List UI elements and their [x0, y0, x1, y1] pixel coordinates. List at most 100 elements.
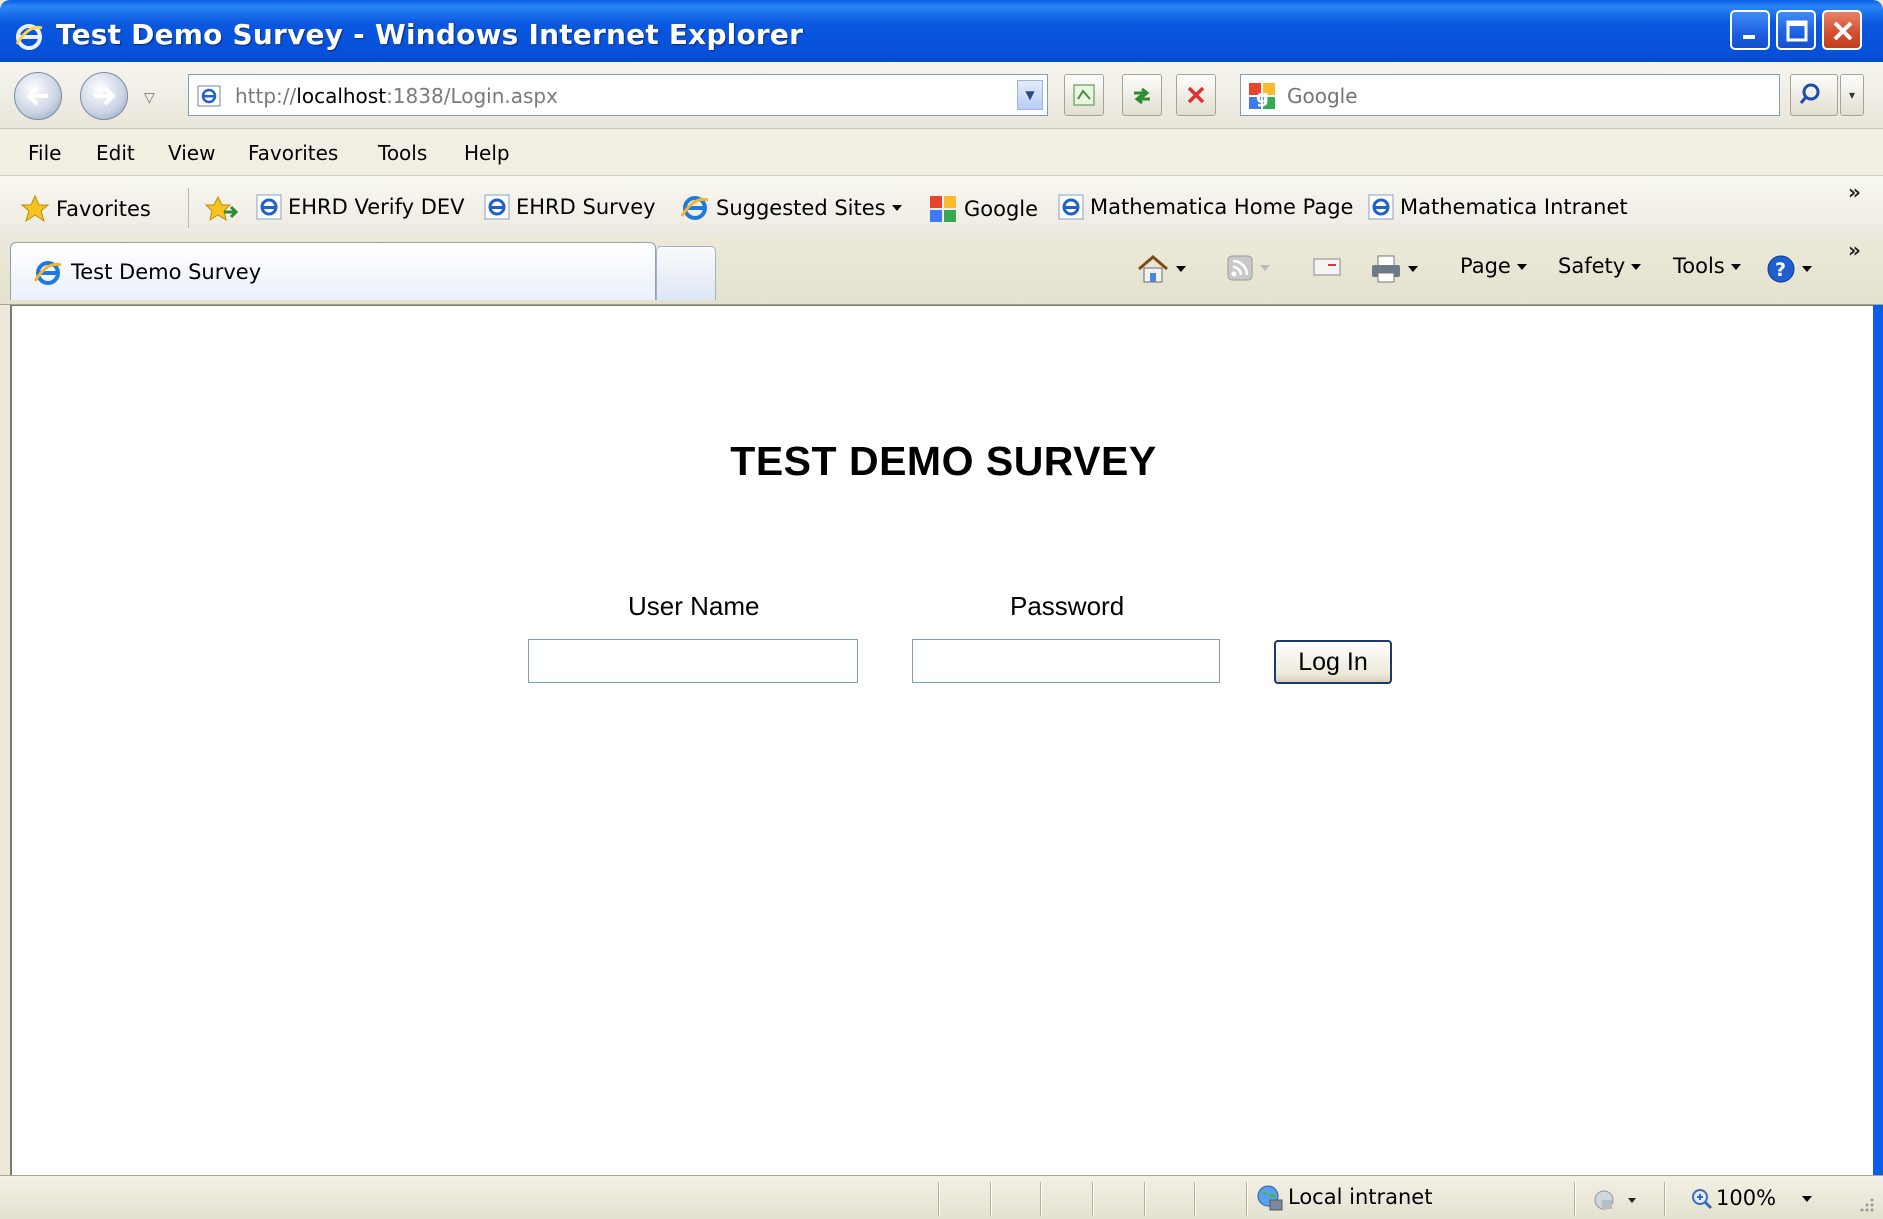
- menu-edit[interactable]: Edit: [96, 141, 135, 165]
- search-button[interactable]: [1790, 74, 1838, 116]
- favorite-link-mathematica-home-page[interactable]: Mathematica Home Page: [1058, 194, 1353, 224]
- favorite-link-mathematica-intranet[interactable]: Mathematica Intranet: [1368, 194, 1628, 224]
- menu-view[interactable]: View: [168, 141, 215, 165]
- favorites-label: Favorites: [56, 197, 151, 221]
- home-button[interactable]: [1136, 254, 1186, 284]
- ie-page-icon: [1058, 194, 1084, 220]
- status-divider: [1040, 1182, 1041, 1216]
- favorites-bar: Favorites EHRD Verify DEV EHRD Survey Su…: [0, 176, 1883, 242]
- security-zone[interactable]: Local intranet: [1254, 1184, 1432, 1212]
- address-bar[interactable]: http://localhost:1838/Login.aspx ▼: [188, 74, 1048, 116]
- dropdown-caret-icon: [1802, 266, 1812, 272]
- favorite-link-ehrd-verify-dev[interactable]: EHRD Verify DEV: [256, 194, 465, 224]
- address-dropdown-button[interactable]: ▼: [1017, 80, 1043, 110]
- dropdown-caret-icon: [1802, 1196, 1813, 1202]
- feeds-button[interactable]: [1226, 254, 1270, 282]
- stop-icon: [1187, 86, 1205, 104]
- menu-favorites[interactable]: Favorites: [248, 141, 338, 165]
- dropdown-caret-icon: [1260, 265, 1270, 271]
- ie-page-icon: [1368, 194, 1394, 220]
- dropdown-caret-icon: [1408, 266, 1418, 272]
- protected-mode-button[interactable]: [1592, 1188, 1640, 1216]
- read-mail-button[interactable]: [1312, 254, 1342, 280]
- menu-bar: File Edit View Favorites Tools Help: [0, 129, 1883, 176]
- safety-menu-button[interactable]: Safety: [1558, 254, 1642, 278]
- new-tab-button[interactable]: [656, 246, 716, 300]
- compatibility-view-button[interactable]: [1064, 74, 1104, 116]
- tab-row: Test Demo Survey Page Safety Tools ? »: [0, 238, 1883, 305]
- password-label: Password: [1010, 591, 1125, 621]
- favorite-link-suggested-sites[interactable]: Suggested Sites: [680, 194, 902, 224]
- add-favorite-icon: [204, 195, 238, 222]
- favorites-center-button[interactable]: Favorites: [20, 194, 151, 224]
- intranet-globe-icon: [1257, 1185, 1283, 1211]
- menu-tools[interactable]: Tools: [378, 141, 427, 165]
- recent-pages-dropdown-icon[interactable]: ▽: [144, 90, 155, 106]
- zoom-level-button[interactable]: 100%: [1690, 1186, 1813, 1211]
- page-menu-label: Page: [1460, 254, 1511, 278]
- close-button[interactable]: [1822, 10, 1862, 50]
- page-menu-button[interactable]: Page: [1460, 254, 1527, 278]
- resize-grip-icon[interactable]: [1858, 1196, 1876, 1214]
- status-divider: [1144, 1182, 1145, 1216]
- favorite-link-ehrd-survey[interactable]: EHRD Survey: [484, 194, 656, 224]
- back-button[interactable]: [14, 72, 62, 120]
- zoom-magnifier-icon: [1692, 1189, 1713, 1210]
- status-divider: [990, 1182, 991, 1216]
- url-prefix: http://: [235, 84, 297, 108]
- status-divider: [938, 1182, 939, 1216]
- stop-button[interactable]: [1176, 74, 1216, 116]
- dropdown-caret-icon: [891, 205, 902, 211]
- ie-logo-icon: [33, 261, 62, 285]
- menu-help[interactable]: Help: [464, 141, 510, 165]
- refresh-button[interactable]: [1122, 74, 1162, 116]
- rss-feed-icon: [1227, 255, 1253, 281]
- add-to-favorites-bar-button[interactable]: [204, 194, 244, 224]
- address-toolbar: ▽ http://localhost:1838/Login.aspx ▼ g G…: [0, 62, 1883, 129]
- ie-page-icon: [256, 194, 282, 220]
- address-url[interactable]: http://localhost:1838/Login.aspx: [235, 84, 558, 108]
- tab-test-demo-survey[interactable]: Test Demo Survey: [10, 242, 656, 300]
- favorites-overflow-chevron-icon[interactable]: »: [1848, 180, 1861, 204]
- close-icon: [1833, 21, 1853, 41]
- tools-menu-label: Tools: [1673, 254, 1725, 278]
- window-title: Test Demo Survey - Windows Internet Expl…: [56, 18, 804, 51]
- home-icon: [1138, 255, 1168, 283]
- username-label: User Name: [628, 591, 760, 621]
- url-host: localhost: [296, 84, 387, 108]
- password-input[interactable]: [912, 639, 1220, 683]
- favorite-link-label: Mathematica Intranet: [1400, 195, 1628, 219]
- print-button[interactable]: [1370, 254, 1418, 284]
- favorite-link-google[interactable]: Google: [928, 194, 1038, 224]
- mail-icon: [1313, 258, 1341, 276]
- minimize-button[interactable]: [1730, 10, 1770, 50]
- status-bar: Local intranet 100%: [0, 1175, 1883, 1219]
- page-content: TEST DEMO SURVEY User Name Password Log …: [10, 305, 1873, 1175]
- menu-file[interactable]: File: [28, 141, 61, 165]
- zoom-level-label: 100%: [1716, 1186, 1777, 1210]
- favorite-link-label: EHRD Verify DEV: [288, 195, 465, 219]
- maximize-button[interactable]: [1776, 10, 1816, 50]
- search-input[interactable]: [1285, 81, 1769, 111]
- search-options-dropdown[interactable]: ▾: [1840, 74, 1864, 116]
- login-button[interactable]: Log In: [1274, 640, 1392, 684]
- google-logo-icon: [930, 196, 956, 222]
- browser-window: Test Demo Survey - Windows Internet Expl…: [0, 0, 1883, 1219]
- username-input[interactable]: [528, 639, 858, 683]
- tab-label: Test Demo Survey: [71, 260, 262, 284]
- help-menu-button[interactable]: ?: [1766, 254, 1812, 284]
- dropdown-caret-icon: [1631, 264, 1642, 270]
- favorites-separator: [188, 188, 189, 228]
- forward-button[interactable]: [80, 72, 128, 120]
- favorites-star-icon: [20, 194, 50, 223]
- dropdown-caret-icon: [1730, 264, 1741, 270]
- minimize-icon: [1743, 35, 1755, 39]
- status-divider: [1574, 1182, 1575, 1216]
- command-bar-overflow-chevron-icon[interactable]: »: [1848, 238, 1861, 262]
- refresh-icon: [1134, 87, 1150, 105]
- tools-menu-button[interactable]: Tools: [1673, 254, 1741, 278]
- search-box[interactable]: g: [1240, 74, 1780, 116]
- favorite-link-label: Suggested Sites: [716, 196, 886, 220]
- forward-arrow-icon: [94, 86, 116, 106]
- svg-text:?: ?: [1775, 259, 1786, 281]
